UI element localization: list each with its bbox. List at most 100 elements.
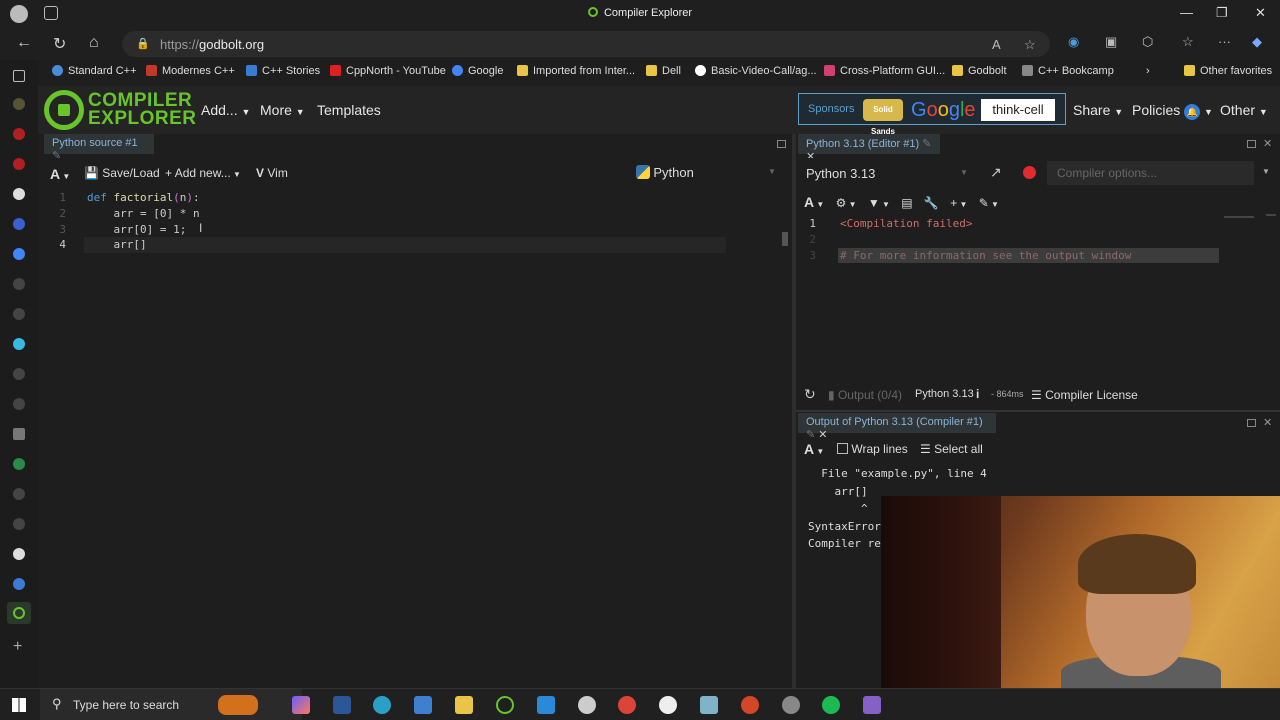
favorite-star-icon[interactable]: ☆ <box>1024 37 1036 53</box>
sidebar-app-icon[interactable] <box>13 518 25 530</box>
compiler-explorer-logo-icon[interactable] <box>44 90 84 130</box>
google-logo[interactable]: Google <box>911 99 976 122</box>
sidebar-youtube-icon[interactable] <box>13 158 25 170</box>
wrench-icon[interactable]: 🔧 <box>924 196 939 210</box>
output-line[interactable]: SyntaxError <box>808 520 881 533</box>
edge-icon[interactable] <box>373 696 391 714</box>
sidebar-compiler-explorer-icon[interactable] <box>7 602 31 624</box>
store-icon[interactable] <box>414 696 432 714</box>
output-line[interactable]: Compiler re <box>808 537 881 550</box>
sidebar-app-icon[interactable] <box>13 98 25 110</box>
pencil-icon[interactable]: ✎ ▼ <box>979 196 999 210</box>
bookmark-dell[interactable]: Dell <box>646 65 681 77</box>
caret-down-icon[interactable]: ▼ <box>1262 167 1270 176</box>
code-line[interactable]: arr = [0] * n <box>87 207 199 220</box>
sidebar-app-icon[interactable] <box>13 308 25 320</box>
sidebar-app-icon[interactable] <box>13 398 25 410</box>
wrap-lines-checkbox[interactable]: Wrap lines <box>837 442 908 456</box>
library-icon[interactable]: ▤ <box>901 196 912 210</box>
sidebar-github-icon[interactable] <box>13 188 25 200</box>
bookmark-cross-platform-gui[interactable]: Cross-Platform GUI... <box>824 65 945 77</box>
pencil-icon[interactable]: ✎ <box>922 138 931 150</box>
bookmark-google[interactable]: Google <box>452 65 503 77</box>
sidebar-app-icon[interactable] <box>13 458 25 470</box>
sidebar-app-icon[interactable] <box>13 278 25 290</box>
output-line[interactable]: File "example.py", line 4 <box>808 467 987 480</box>
language-selector[interactable]: Python ▼ <box>636 165 780 181</box>
output-line[interactable]: ^ <box>808 502 868 515</box>
output-line[interactable]: arr[] <box>808 485 867 498</box>
github-desktop-icon[interactable] <box>578 696 596 714</box>
bookmark-godbolt[interactable]: Godbolt <box>952 65 1007 77</box>
bookmark-cpp-bookcamp[interactable]: C++ Bookcamp <box>1022 65 1114 77</box>
sidebar-github-icon[interactable] <box>13 548 25 560</box>
chrome-icon[interactable] <box>618 696 636 714</box>
taskbar-search-box[interactable]: ⚲ Type here to search <box>40 689 302 720</box>
sidebar-app-icon[interactable] <box>13 488 25 500</box>
extension-icon[interactable]: ◉ <box>1068 34 1079 50</box>
vscode-icon[interactable] <box>537 696 555 714</box>
maximize-icon[interactable]: ❐ <box>1216 5 1228 21</box>
bookmark-standard-cpp[interactable]: Standard C++ <box>52 65 137 77</box>
maximize-pane-icon[interactable] <box>1247 419 1256 427</box>
minimize-icon[interactable]: — <box>1180 5 1193 20</box>
recompile-icon[interactable]: ↻ <box>804 386 816 403</box>
file-explorer-icon[interactable] <box>455 696 473 714</box>
close-pane-icon[interactable]: ✕ <box>1263 416 1272 429</box>
sidebar-image-icon[interactable] <box>13 428 25 440</box>
word-icon[interactable] <box>333 696 351 714</box>
add-tool-icon[interactable]: + ▼ <box>950 196 967 210</box>
code-line[interactable]: def factorial(n): <box>87 191 200 204</box>
more-menu[interactable]: More ▼ <box>260 102 305 118</box>
templates-menu[interactable]: Templates <box>317 102 381 118</box>
settings-gear-icon[interactable]: ⚙ ▼ <box>836 196 857 210</box>
code-line-current[interactable]: arr[] <box>87 238 146 251</box>
share-menu[interactable]: Share ▼ <box>1073 102 1123 118</box>
compiler-license-button[interactable]: ☰ Compiler License <box>1031 388 1138 402</box>
sidebar-google-icon[interactable] <box>13 248 25 260</box>
tab-python-source[interactable]: Python source #1 ✎ <box>44 134 154 162</box>
bookmark-basic-video-call[interactable]: Basic-Video-Call/ag... <box>695 65 817 77</box>
bookmarks-overflow-icon[interactable]: › <box>1146 65 1150 77</box>
info-icon[interactable]: i <box>976 387 979 401</box>
settings-more-icon[interactable]: ··· <box>1218 34 1231 49</box>
open-external-icon[interactable]: ↗ <box>990 164 1002 181</box>
asm-scrollbar[interactable] <box>1266 214 1276 216</box>
favorites-icon[interactable]: ☆ <box>1182 34 1194 50</box>
asm-line[interactable]: # For more information see the output wi… <box>840 249 1131 262</box>
maximize-pane-icon[interactable] <box>1247 140 1256 148</box>
save-load-button[interactable]: 💾 Save/Load <box>84 166 160 180</box>
select-all-button[interactable]: ☰ Select all <box>920 442 983 456</box>
url-field[interactable]: 🔒 https://godbolt.org A ☆ <box>122 31 1050 57</box>
visual-studio-icon[interactable] <box>863 696 881 714</box>
powerpoint-icon[interactable] <box>741 696 759 714</box>
solid-sands-logo[interactable]: Solid Sands <box>863 99 903 136</box>
horizontal-splitter[interactable] <box>796 410 1280 412</box>
add-sidebar-item-icon[interactable]: + <box>13 638 22 656</box>
font-size-dropdown[interactable]: A ▼ <box>50 166 70 182</box>
compiler-options-input[interactable]: Compiler options... <box>1047 161 1254 185</box>
extensions-icon[interactable]: ⬡ <box>1142 34 1153 50</box>
tabs-icon[interactable] <box>13 70 25 82</box>
filter-icon[interactable]: ▼ ▼ <box>868 196 890 210</box>
settings-gear-icon[interactable] <box>782 696 800 714</box>
spotify-icon[interactable] <box>822 696 840 714</box>
sidebar-react-icon[interactable] <box>13 338 25 350</box>
error-status-icon[interactable] <box>1023 166 1036 179</box>
windows-start-icon[interactable] <box>12 698 26 712</box>
sidebar-app-icon[interactable] <box>13 578 25 590</box>
bookmark-cppnorth-youtube[interactable]: CppNorth - YouTube <box>330 65 446 77</box>
sidebar-youtube-icon[interactable] <box>13 128 25 140</box>
bookmark-cpp-stories[interactable]: C++ Stories <box>246 65 320 77</box>
tab-output[interactable]: Output of Python 3.13 (Compiler #1) ✎ ✕ <box>798 413 996 441</box>
close-window-icon[interactable]: ✕ <box>1255 5 1266 21</box>
split-screen-icon[interactable]: ▣ <box>1105 34 1117 50</box>
bookmark-modernes-cpp[interactable]: Modernes C++ <box>146 65 235 77</box>
other-menu[interactable]: Other ▼ <box>1220 102 1268 118</box>
bookmark-other-favorites[interactable]: Other favorites <box>1184 65 1272 77</box>
font-size-dropdown[interactable]: A ▼ <box>804 194 824 210</box>
vim-toggle[interactable]: V Vim <box>256 166 288 180</box>
sidebar-app-icon[interactable] <box>13 218 25 230</box>
add-new-button[interactable]: + Add new... ▼ <box>165 166 241 180</box>
code-line[interactable]: arr[0] = 1; <box>87 223 186 236</box>
